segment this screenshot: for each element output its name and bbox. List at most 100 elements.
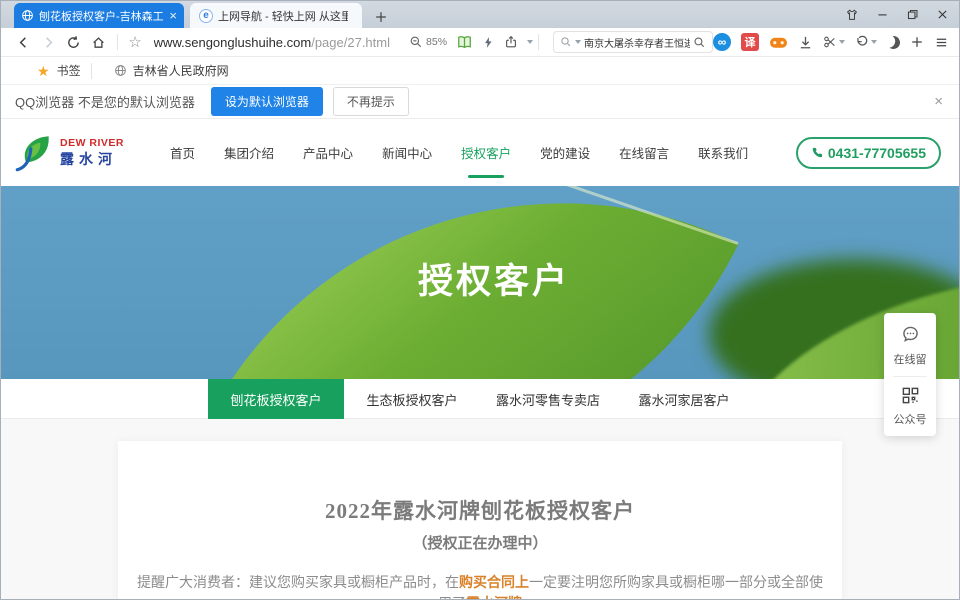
page-content: 2022年露水河牌刨花板授权客户 （授权正在办理中） 提醒广大消费者：建议您购买… [1, 419, 959, 599]
share-icon[interactable] [504, 35, 518, 49]
new-tab-button[interactable] [374, 10, 388, 24]
consumer-notice: 提醒广大消费者：建议您购买家具或橱柜产品时，在购买合同上一定要注明您所购家具或橱… [132, 573, 828, 600]
notice-em-contract: 购买合同上 [459, 576, 529, 591]
tab-strip: 刨花板授权客户-吉林森工远东林业 × e 上网导航 - 轻快上网 从这里开始 [1, 1, 959, 28]
nav-item-party-building[interactable]: 党的建设 [538, 117, 592, 188]
nav-item-group-intro[interactable]: 集团介绍 [222, 117, 276, 188]
browser-tab-navigation[interactable]: e 上网导航 - 轻快上网 从这里开始 [190, 3, 362, 28]
notification-close-icon[interactable]: × [934, 93, 943, 110]
toolbar-mid-icons [456, 34, 533, 51]
site-logo[interactable]: DEW RIVER 露水河 [11, 132, 124, 174]
bookmark-star-icon[interactable]: ☆ [123, 30, 148, 54]
address-bar[interactable]: www.sengonglushuihe.com/page/27.html [154, 35, 407, 50]
menu-hamburger-icon[interactable] [934, 35, 949, 50]
tab-title: 刨花板授权客户-吉林森工远东林业 [39, 8, 164, 24]
night-mode-icon[interactable] [885, 34, 902, 51]
tab-close-icon[interactable]: × [169, 9, 177, 22]
qq-account-icon[interactable]: ∞ [713, 33, 731, 51]
search-box[interactable]: 南京大屠杀幸存者王恒逝世 [553, 31, 713, 53]
subtab-ecoboard-clients[interactable]: 生态板授权客户 [344, 379, 480, 419]
nav-item-contact[interactable]: 联系我们 [696, 117, 750, 188]
close-window-button[interactable] [936, 8, 949, 21]
nav-item-online-message[interactable]: 在线留言 [617, 117, 671, 188]
back-button[interactable] [11, 30, 36, 54]
game-center-icon[interactable] [769, 35, 788, 50]
chat-bubble-icon [884, 324, 936, 345]
search-engine-caret-icon[interactable] [575, 40, 581, 44]
tab-title: 上网导航 - 轻快上网 从这里开始 [218, 8, 348, 24]
nav-item-authorized-clients[interactable]: 授权客户 [459, 117, 513, 188]
search-submit-icon[interactable] [693, 36, 706, 49]
subtab-particleboard-clients[interactable]: 刨花板授权客户 [208, 379, 344, 419]
reading-mode-icon[interactable] [456, 34, 473, 51]
toolbar-right-icons: ∞ 译 [713, 33, 949, 51]
dont-remind-button[interactable]: 不再提示 [333, 87, 409, 116]
set-default-browser-button[interactable]: 设为默认浏览器 [211, 87, 323, 116]
url-host: www.sengonglushuihe.com [154, 35, 312, 50]
browser-toolbar: ☆ www.sengonglushuihe.com/page/27.html 8… [1, 28, 959, 57]
bookmarks-bar: ★ 书签 吉林省人民政府网 [1, 57, 959, 85]
nav-item-news[interactable]: 新闻中心 [380, 117, 434, 188]
online-message-widget[interactable]: 在线留 [884, 324, 936, 367]
online-message-label: 在线留 [884, 351, 936, 367]
bookmarks-label[interactable]: 书签 [57, 62, 81, 79]
logo-text: DEW RIVER 露水河 [60, 137, 124, 169]
translate-icon[interactable]: 译 [741, 33, 759, 51]
floating-side-widget: 在线留 公众号 [884, 313, 936, 436]
add-icon[interactable] [910, 35, 924, 49]
phone-icon [811, 146, 824, 159]
content-subtitle: （授权正在办理中） [118, 532, 842, 553]
restore-button[interactable] [906, 8, 919, 21]
forward-button[interactable] [36, 30, 61, 54]
content-title: 2022年露水河牌刨花板授权客户 [118, 495, 842, 525]
divider [117, 34, 118, 50]
default-browser-notification: QQ浏览器 不是您的默认浏览器 设为默认浏览器 不再提示 × [1, 85, 959, 119]
bookmark-name: 吉林省人民政府网 [133, 62, 229, 79]
chevron-down-icon[interactable] [871, 40, 877, 44]
browser-window: 刨花板授权客户-吉林森工远东林业 × e 上网导航 - 轻快上网 从这里开始 [0, 0, 960, 600]
nav-item-products[interactable]: 产品中心 [301, 117, 355, 188]
chevron-down-icon[interactable] [527, 40, 533, 44]
content-card: 2022年露水河牌刨花板授权客户 （授权正在办理中） 提醒广大消费者：建议您购买… [118, 441, 842, 600]
subtab-home-clients[interactable]: 露水河家居客户 [616, 379, 752, 419]
divider [893, 376, 927, 377]
bookmarks-star-icon[interactable]: ★ [37, 64, 50, 78]
browser-tab-active[interactable]: 刨花板授权客户-吉林森工远东林业 × [14, 3, 184, 28]
phone-button[interactable]: 0431-77705655 [796, 137, 941, 169]
hero-title: 授权客户 [418, 253, 570, 304]
nav-item-home[interactable]: 首页 [168, 117, 197, 188]
page-zoom-control[interactable]: 85% [409, 35, 447, 49]
subtab-retail-stores[interactable]: 露水河零售专卖店 [480, 379, 616, 419]
official-account-label: 公众号 [884, 411, 936, 427]
globe-icon [114, 64, 127, 77]
theme-skin-icon[interactable] [845, 8, 859, 22]
divider [91, 63, 92, 79]
notification-message: QQ浏览器 不是您的默认浏览器 [15, 92, 195, 111]
reload-button[interactable] [61, 30, 86, 54]
leaf-logo-icon [11, 132, 57, 174]
official-account-widget[interactable]: 公众号 [884, 386, 936, 427]
site-header: DEW RIVER 露水河 首页 集团介绍 产品中心 新闻中心 授权客户 党的建… [1, 119, 959, 186]
url-path: /page/27.html [311, 35, 390, 50]
e-browser-icon: e [199, 9, 213, 23]
lightning-accelerate-icon[interactable] [482, 36, 495, 49]
client-category-tabs: 刨花板授权客户 生态板授权客户 露水河零售专卖店 露水河家居客户 [1, 379, 959, 419]
notice-prefix: 提醒广大消费者：建议您购买家具或橱柜产品时，在 [137, 576, 459, 591]
window-controls [845, 1, 949, 28]
screenshot-scissors-icon[interactable] [823, 35, 845, 49]
globe-favicon-icon [21, 9, 34, 22]
site-nav: 首页 集团介绍 产品中心 新闻中心 授权客户 党的建设 在线留言 联系我们 [168, 117, 750, 188]
qr-code-icon [884, 386, 936, 405]
logo-zh: 露水河 [60, 149, 124, 169]
minimize-button[interactable] [876, 8, 889, 21]
zoom-level: 85% [426, 36, 447, 48]
download-icon[interactable] [798, 35, 813, 50]
phone-number: 0431-77705655 [828, 145, 926, 161]
logo-en: DEW RIVER [60, 137, 124, 149]
chevron-down-icon[interactable] [839, 40, 845, 44]
search-query[interactable]: 南京大屠杀幸存者王恒逝世 [584, 35, 690, 50]
divider [538, 34, 539, 50]
bookmark-item[interactable]: 吉林省人民政府网 [114, 62, 229, 79]
history-undo-icon[interactable] [855, 35, 877, 49]
home-button[interactable] [86, 30, 111, 54]
